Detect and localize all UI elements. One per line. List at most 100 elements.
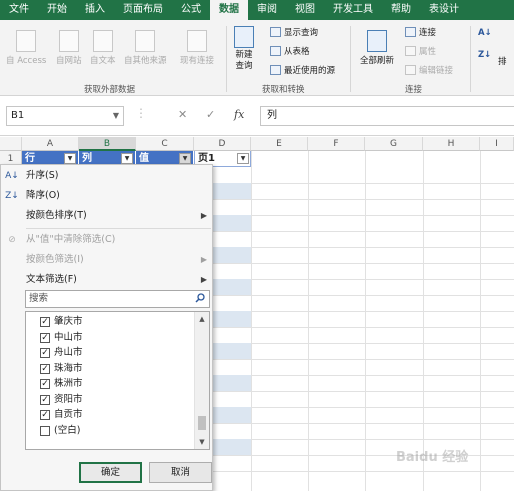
column-header-i[interactable]: I (480, 137, 514, 151)
fx-icon[interactable]: fx (234, 108, 244, 121)
checkbox-checked[interactable]: ✓ (40, 332, 50, 343)
filter-by-color-item[interactable]: 按颜色筛选(I) ▶ (1, 250, 213, 270)
properties-button[interactable]: 属性 (405, 45, 436, 57)
group-label-get-transform: 获取和转换 (262, 85, 305, 95)
clear-filter-item[interactable]: ⊘ 从"值"中清除筛选(C) (1, 230, 213, 250)
filter-list-item[interactable]: ✓ 中山市 (26, 330, 194, 346)
filter-dropdown-button[interactable]: ▼ (237, 153, 249, 164)
formula-input[interactable]: 列 (260, 106, 514, 126)
filter-item-label: (空白) (54, 424, 81, 436)
text-filters-item[interactable]: 文本筛选(F) ▶ (1, 270, 213, 290)
select-all-corner[interactable] (0, 137, 22, 151)
name-box[interactable]: B1 ▼ (6, 106, 124, 126)
filter-search-input[interactable]: 搜索 (25, 290, 210, 308)
new-query-icon (234, 26, 254, 48)
tab-home[interactable]: 开始 (38, 0, 76, 20)
show-queries-label: 显示查询 (284, 28, 319, 38)
checkbox-checked[interactable]: ✓ (40, 394, 50, 405)
tab-formulas[interactable]: 公式 (172, 0, 210, 20)
column-header-c[interactable]: C (136, 137, 194, 151)
refresh-all-button[interactable]: 全部刷新 (360, 30, 394, 66)
sort-descending-item[interactable]: Z↓ 降序(O) (1, 186, 213, 206)
chevron-right-icon: ▶ (200, 275, 207, 284)
column-header-f[interactable]: F (308, 137, 365, 151)
sort-ascending-item[interactable]: A↓ 升序(S) (1, 166, 213, 186)
tab-insert[interactable]: 插入 (76, 0, 114, 20)
sort-az-icon: A↓ (5, 171, 19, 181)
search-icon (195, 293, 205, 303)
gridline (423, 151, 424, 491)
autofilter-menu: A↓ 升序(S) Z↓ 降序(O) 按颜色排序(T) ▶ ⊘ 从"值"中清除筛选… (0, 164, 213, 491)
filter-list-item[interactable]: ✓ 珠海市 (26, 361, 194, 377)
tab-view[interactable]: 视图 (286, 0, 324, 20)
recent-sources-label: 最近使用的源 (284, 66, 336, 76)
scroll-thumb[interactable] (198, 416, 206, 430)
filter-list-item[interactable]: ✓ 肇庆市 (26, 314, 194, 330)
sort-button-label[interactable]: 排 (498, 55, 507, 67)
filter-by-color-label: 按颜色筛选(I) (26, 254, 84, 265)
checkbox-checked[interactable]: ✓ (40, 363, 50, 374)
checkbox-checked[interactable]: ✓ (40, 348, 50, 358)
sort-by-color-label: 按颜色排序(T) (26, 210, 87, 221)
tab-help[interactable]: 帮助 (382, 0, 420, 20)
filter-item-label: 资阳市 (54, 393, 83, 405)
filter-dropdown-button[interactable]: ▼ (121, 153, 133, 164)
from-other-sources-button[interactable]: 自其他来源 (124, 30, 167, 66)
scroll-down-icon[interactable]: ▼ (195, 435, 209, 449)
formula-bar: B1 ▼ ⋮ ✕ ✓ fx 列 (0, 96, 514, 136)
sort-az-icon[interactable]: A↓ (478, 28, 492, 38)
edit-links-button[interactable]: 编辑链接 (405, 64, 453, 76)
from-access-label: 自 Access (6, 56, 47, 66)
filter-list-item[interactable]: (空白) (26, 423, 194, 439)
checkbox-checked[interactable]: ✓ (40, 317, 50, 327)
menu-separator (26, 228, 211, 229)
tab-data[interactable]: 数据 (210, 0, 248, 20)
checkbox-checked[interactable]: ✓ (40, 410, 50, 420)
new-query-button[interactable]: 新建 查询 (234, 26, 254, 72)
list-scrollbar[interactable]: ▲ ▼ (194, 312, 209, 449)
tab-review[interactable]: 审阅 (248, 0, 286, 20)
filter-list-item[interactable]: ✓ 舟山市 (26, 345, 194, 361)
column-header-b[interactable]: B (79, 137, 136, 151)
header-row-label: 行 (25, 153, 35, 164)
existing-connections-button[interactable]: 现有连接 (180, 30, 214, 66)
tab-page-layout[interactable]: 页面布局 (114, 0, 172, 20)
filter-value-list[interactable]: ✓ 肇庆市 ✓ 中山市 ✓ 舟山市 ✓ 珠海市 ✓ 株洲市 ✓ 资阳市 ✓ 自贡… (25, 311, 210, 450)
ok-button[interactable]: 确定 (79, 462, 142, 483)
scroll-up-icon[interactable]: ▲ (195, 312, 209, 326)
sort-by-color-item[interactable]: 按颜色排序(T) ▶ (1, 206, 213, 226)
sort-za-icon[interactable]: Z↓ (478, 50, 491, 60)
filter-list-item[interactable]: ✓ 自贡市 (26, 407, 194, 423)
other-sources-icon (135, 30, 156, 52)
column-header-d[interactable]: D (194, 137, 251, 151)
from-text-button[interactable]: 自文本 (90, 30, 116, 66)
from-table-button[interactable]: 从表格 (270, 45, 310, 57)
group-separator (470, 26, 471, 92)
filter-list-item[interactable]: ✓ 株洲市 (26, 376, 194, 392)
filter-list-item[interactable]: ✓ 资阳市 (26, 392, 194, 408)
tab-developer[interactable]: 开发工具 (324, 0, 382, 20)
tab-file[interactable]: 文件 (0, 0, 38, 20)
enter-icon[interactable]: ✓ (206, 108, 215, 121)
gridline (480, 151, 481, 491)
column-header-e[interactable]: E (251, 137, 308, 151)
cancel-button[interactable]: 取消 (149, 462, 212, 483)
column-header-a[interactable]: A (22, 137, 79, 151)
column-header-g[interactable]: G (365, 137, 423, 151)
cancel-icon[interactable]: ✕ (178, 108, 187, 121)
from-access-button[interactable]: 自 Access (6, 30, 46, 66)
from-web-label: 自网站 (56, 56, 82, 66)
checkbox-checked[interactable]: ✓ (40, 379, 50, 389)
filter-dropdown-button[interactable]: ▼ (64, 153, 76, 164)
connections-button[interactable]: 连接 (405, 26, 436, 38)
group-separator (226, 26, 227, 92)
filter-dropdown-button-active[interactable]: ▼ (179, 153, 191, 164)
recent-sources-button[interactable]: 最近使用的源 (270, 64, 335, 76)
column-header-h[interactable]: H (423, 137, 480, 151)
tab-table-design[interactable]: 表设计 (420, 0, 468, 20)
show-queries-button[interactable]: 显示查询 (270, 26, 318, 38)
from-web-button[interactable]: 自网站 (56, 30, 82, 66)
header-page1-label: 页1 (198, 153, 215, 164)
text-file-icon (92, 30, 113, 52)
checkbox-unchecked[interactable] (40, 425, 50, 436)
